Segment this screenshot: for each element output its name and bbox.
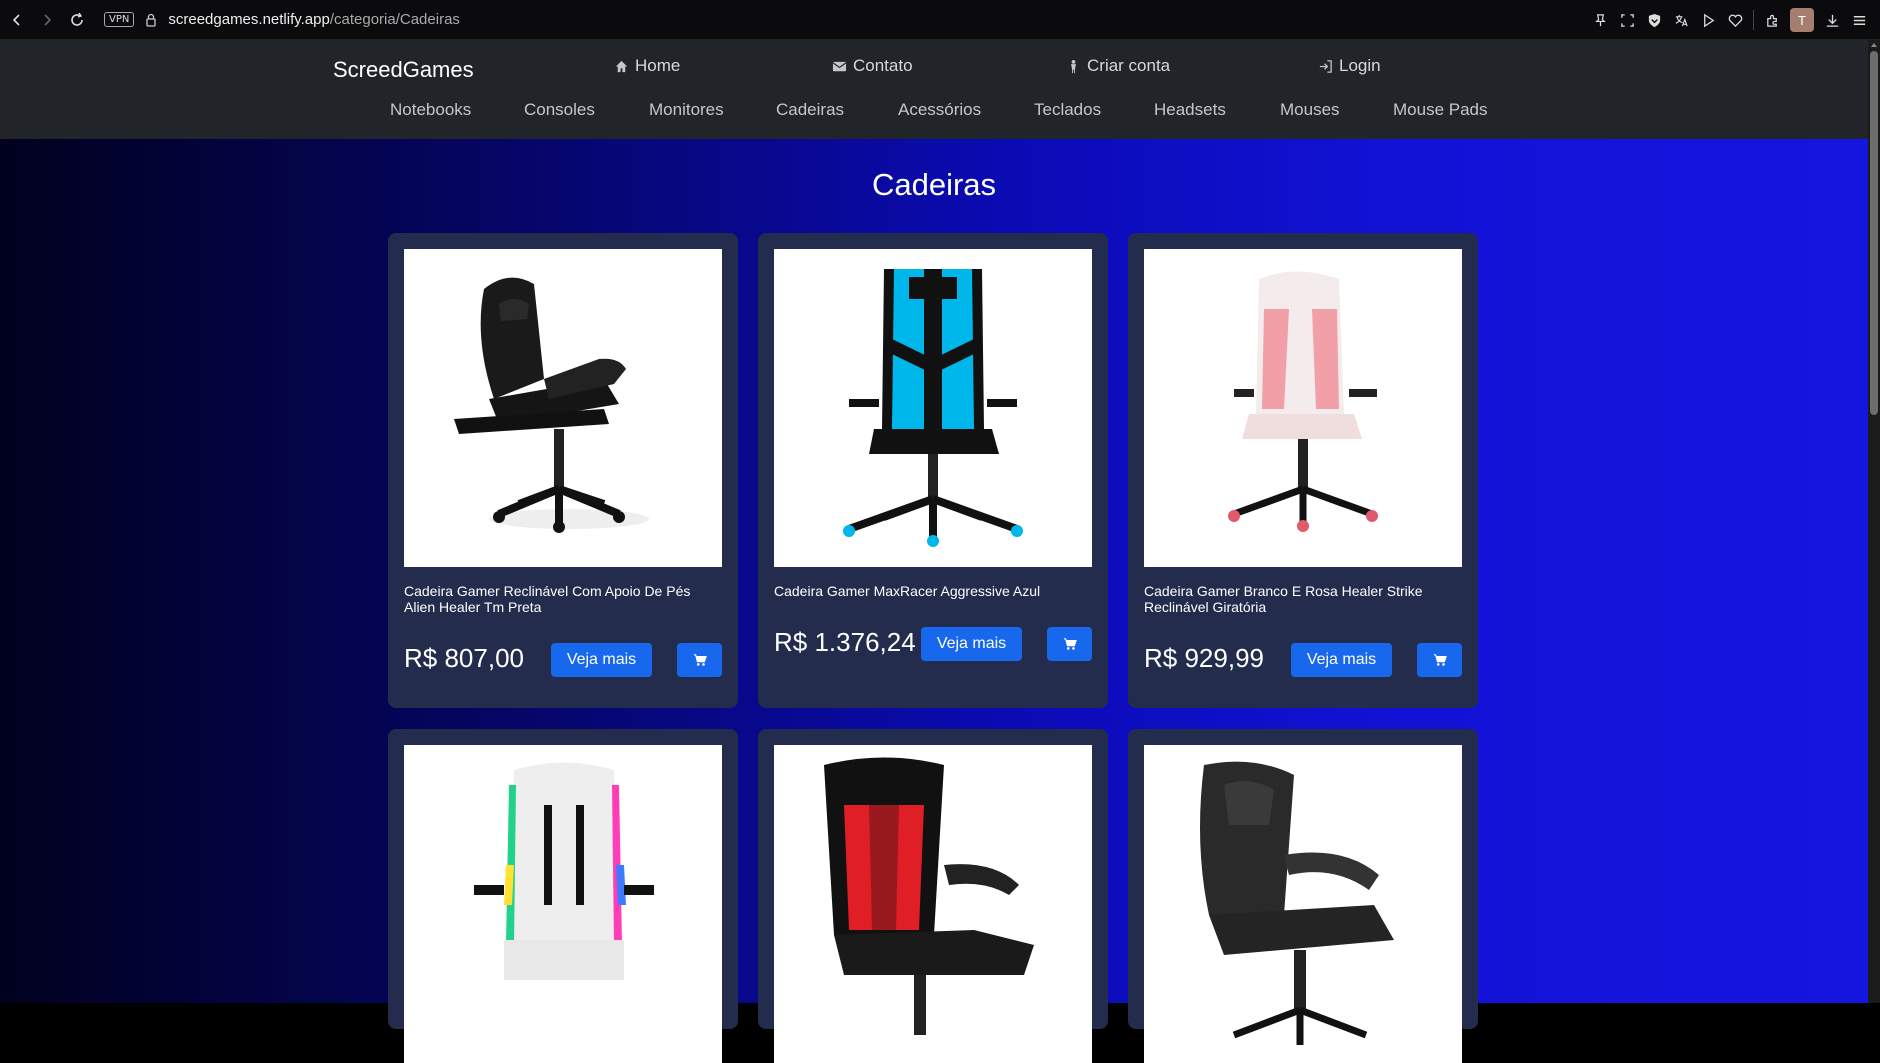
- house-icon: [615, 60, 628, 72]
- url-path: /categoria/Cadeiras: [329, 11, 460, 28]
- view-more-button[interactable]: Veja mais: [551, 643, 652, 677]
- red-black-chair-image: [824, 757, 1034, 1035]
- product-image[interactable]: [774, 249, 1092, 567]
- product-image[interactable]: [404, 249, 722, 567]
- lock-icon[interactable]: [144, 13, 158, 27]
- nav-criar-conta[interactable]: Criar conta: [1066, 56, 1170, 76]
- category-notebooks[interactable]: Notebooks: [390, 100, 471, 120]
- product-price: R$ 807,00: [404, 643, 524, 673]
- address-bar[interactable]: screedgames.netlify.app/categoria/Cadeir…: [168, 11, 460, 28]
- black-office-chair-image: [1200, 761, 1394, 1045]
- cart-icon: [1063, 638, 1077, 650]
- product-card: Cadeira Gamer MaxRacer Aggressive Azul R…: [758, 233, 1108, 708]
- product-name[interactable]: Cadeira Gamer MaxRacer Aggressive Azul: [774, 583, 1092, 599]
- scroll-up-icon[interactable]: [1869, 40, 1879, 50]
- white-pink-chair-image: [1228, 271, 1378, 532]
- product-card: [1128, 729, 1478, 1063]
- add-to-cart-button[interactable]: [1417, 643, 1462, 677]
- product-image[interactable]: [1144, 745, 1462, 1063]
- nav-home[interactable]: Home: [614, 56, 680, 76]
- forward-icon[interactable]: [34, 7, 60, 33]
- cart-icon: [693, 654, 707, 666]
- category-mouse-pads[interactable]: Mouse Pads: [1393, 100, 1488, 120]
- nav-login-label: Login: [1339, 56, 1381, 75]
- extensions-icon[interactable]: [1763, 11, 1781, 29]
- product-card: [388, 729, 738, 1063]
- view-more-button[interactable]: Veja mais: [921, 627, 1022, 661]
- reload-icon[interactable]: [64, 7, 90, 33]
- nav-criar-conta-label: Criar conta: [1087, 56, 1171, 75]
- heart-icon[interactable]: [1726, 11, 1744, 29]
- back-icon[interactable]: [4, 7, 30, 33]
- main-content: Cadeiras Cadeira Gamer Reclinável Com Ap…: [0, 139, 1868, 1063]
- add-to-cart-button[interactable]: [1047, 627, 1092, 661]
- toolbar-divider: [1753, 10, 1754, 30]
- product-image[interactable]: [1144, 249, 1462, 567]
- nav-home-label: Home: [635, 56, 681, 75]
- translate-icon[interactable]: [1672, 11, 1690, 29]
- product-name[interactable]: Cadeira Gamer Branco E Rosa Healer Strik…: [1144, 583, 1462, 615]
- site-navbar: ScreedGames Home Contato Criar conta Log…: [0, 40, 1868, 139]
- category-headsets[interactable]: Headsets: [1154, 100, 1226, 120]
- category-cadeiras[interactable]: Cadeiras: [776, 100, 844, 120]
- profile-avatar[interactable]: T: [1790, 8, 1814, 32]
- view-more-button[interactable]: Veja mais: [1291, 643, 1392, 677]
- nav-contato-label: Contato: [853, 56, 913, 75]
- product-price: R$ 929,99: [1144, 643, 1264, 673]
- category-consoles[interactable]: Consoles: [524, 100, 595, 120]
- black-reclining-chair-image: [454, 277, 649, 533]
- category-nav: Notebooks Consoles Monitores Cadeiras Ac…: [0, 100, 1868, 130]
- envelope-icon: [832, 61, 847, 71]
- add-to-cart-button[interactable]: [677, 643, 722, 677]
- download-icon[interactable]: [1823, 11, 1841, 29]
- browser-toolbar: VPN screedgames.netlify.app/categoria/Ca…: [0, 0, 1880, 40]
- screenshot-icon[interactable]: [1618, 11, 1636, 29]
- scrollbar-thumb[interactable]: [1870, 51, 1878, 415]
- play-icon[interactable]: [1699, 11, 1717, 29]
- shield-icon[interactable]: [1645, 11, 1663, 29]
- login-icon: [1319, 59, 1332, 73]
- nav-login[interactable]: Login: [1318, 56, 1381, 76]
- category-acessorios[interactable]: Acessórios: [898, 100, 981, 120]
- product-card: Cadeira Gamer Reclinável Com Apoio De Pé…: [388, 233, 738, 708]
- product-price: R$ 1.376,24: [774, 627, 916, 657]
- blue-black-racer-chair-image: [843, 269, 1023, 547]
- product-card: Cadeira Gamer Branco E Rosa Healer Strik…: [1128, 233, 1478, 708]
- pin-icon[interactable]: [1591, 11, 1609, 29]
- white-rgb-chair-image: [474, 762, 654, 980]
- product-image[interactable]: [404, 745, 722, 1063]
- nav-contato[interactable]: Contato: [832, 56, 913, 76]
- vpn-badge[interactable]: VPN: [104, 12, 135, 27]
- category-mouses[interactable]: Mouses: [1280, 100, 1340, 120]
- top-nav: Home Contato Criar conta Login: [0, 56, 1868, 86]
- cart-icon: [1433, 654, 1447, 666]
- category-monitores[interactable]: Monitores: [649, 100, 724, 120]
- product-name[interactable]: Cadeira Gamer Reclinável Com Apoio De Pé…: [404, 583, 722, 615]
- category-teclados[interactable]: Teclados: [1034, 100, 1101, 120]
- url-host: screedgames.netlify.app: [168, 11, 330, 28]
- menu-icon[interactable]: [1850, 11, 1868, 29]
- product-card: [758, 729, 1108, 1063]
- page-title: Cadeiras: [871, 167, 997, 202]
- person-icon: [1071, 59, 1076, 73]
- product-image[interactable]: [774, 745, 1092, 1063]
